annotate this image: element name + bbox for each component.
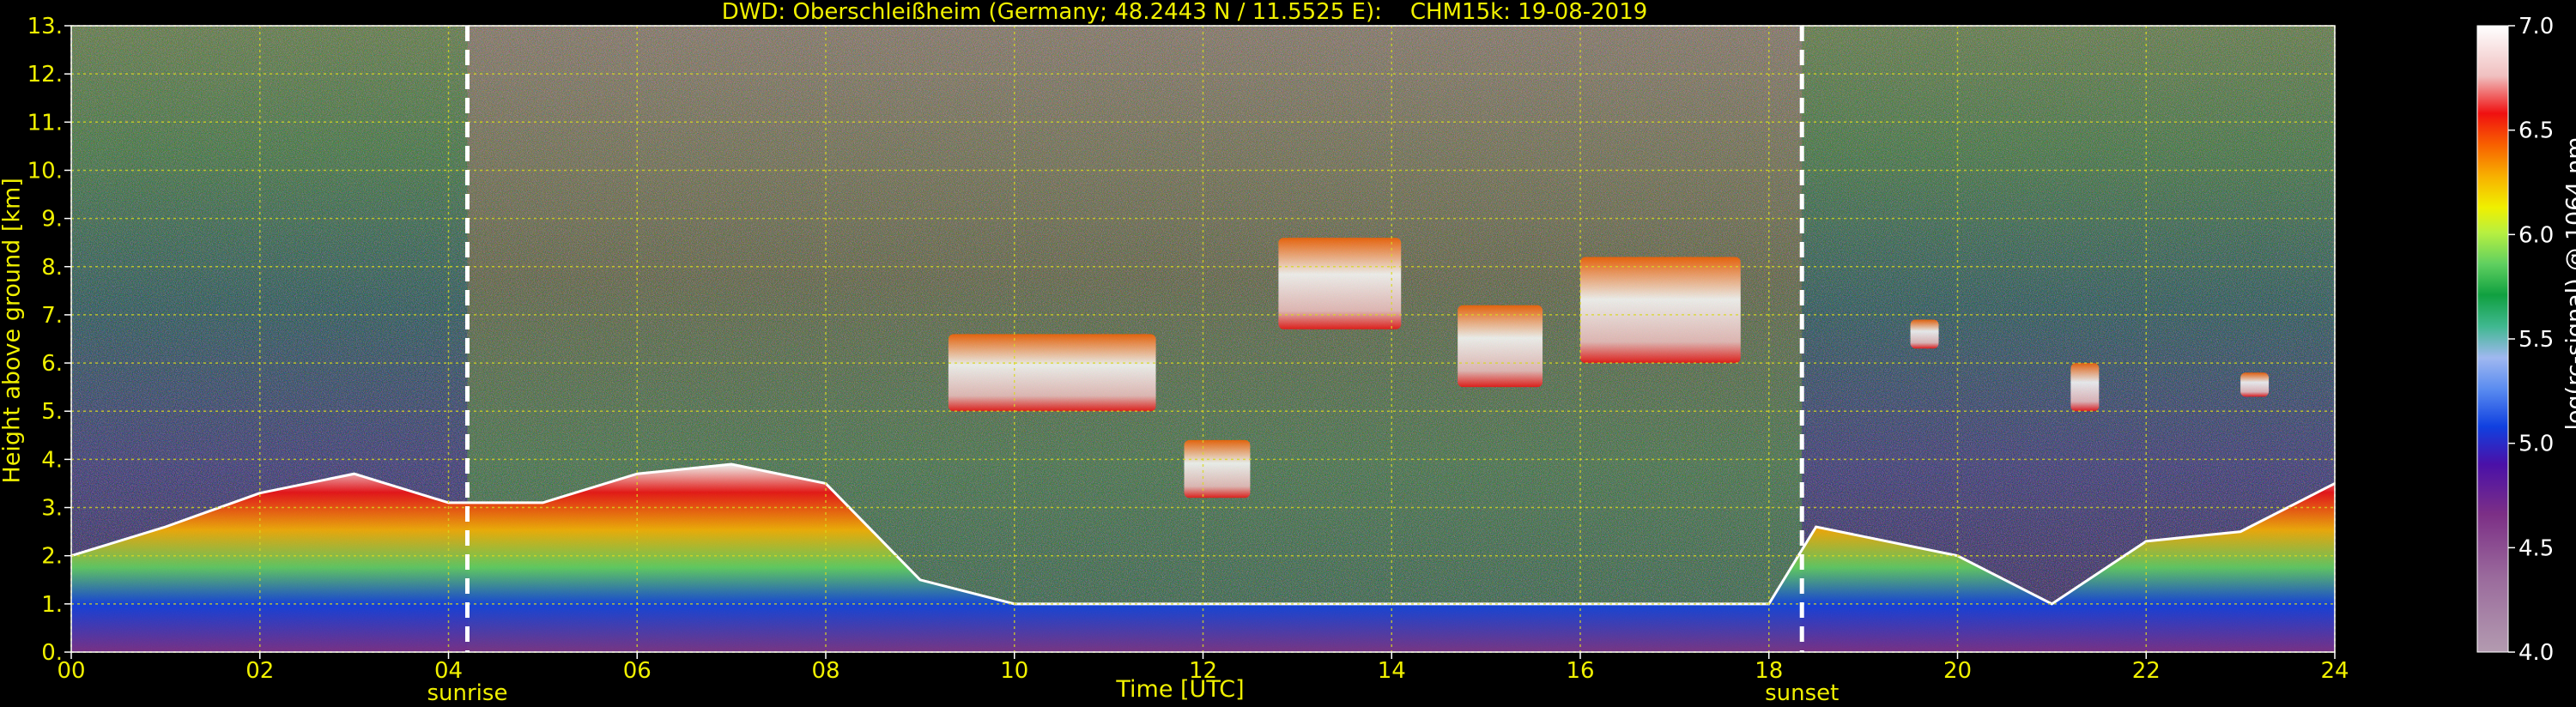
cloud-layer-1 <box>948 334 1156 412</box>
y-tick-label-8: 8. <box>41 255 63 281</box>
cloud-layer-6 <box>1910 319 1939 349</box>
cloud-layer-8 <box>2240 372 2270 397</box>
sunset-label: sunset <box>1765 680 1839 706</box>
x-tick-label-5: 10 <box>1000 658 1028 684</box>
y-tick-label-5: 5. <box>41 399 63 425</box>
colorbar-tick-label-1: 4.5 <box>2518 535 2554 561</box>
x-tick-label-10: 20 <box>1943 658 1972 684</box>
x-tick-label-3: 06 <box>623 658 652 684</box>
y-tick-label-6: 6. <box>41 351 63 377</box>
cloud-layer-7 <box>2070 363 2100 412</box>
colorbar-tick-label-3: 5.5 <box>2518 327 2554 353</box>
x-tick-label-7: 14 <box>1378 658 1406 684</box>
x-tick-label-11: 22 <box>2132 658 2161 684</box>
y-tick-label-0: 0. <box>41 640 63 666</box>
colorbar-tick-label-4: 6.0 <box>2518 222 2554 248</box>
x-tick-label-2: 04 <box>434 658 463 684</box>
x-tick-label-1: 02 <box>245 658 274 684</box>
x-tick-label-8: 16 <box>1566 658 1594 684</box>
y-tick-label-1: 1. <box>41 592 63 618</box>
y-tick-label-11: 11. <box>27 110 63 136</box>
colorbar-tick-label-5: 6.5 <box>2518 118 2554 144</box>
y-tick-label-4: 4. <box>41 447 63 473</box>
x-axis-label: Time [UTC] <box>1116 676 1245 703</box>
cloud-layer-2 <box>1184 439 1251 499</box>
y-tick-label-10: 10. <box>27 158 63 184</box>
y-tick-label-9: 9. <box>41 207 63 233</box>
y-tick-label-3: 3. <box>41 496 63 522</box>
y-tick-label-13: 13. <box>27 14 63 39</box>
colorbar-label: log(rc-signal) @ 1064 nm <box>2561 136 2576 431</box>
y-tick-label-7: 7. <box>41 303 63 329</box>
cloud-layer-3 <box>1278 238 1402 329</box>
y-tick-label-12: 12. <box>27 62 63 88</box>
colorbar-tick-label-6: 7.0 <box>2518 14 2554 39</box>
cloud-layer-5 <box>1580 257 1741 364</box>
colorbar-tick-label-2: 5.0 <box>2518 432 2554 457</box>
ceilometer-chart: sunrise sunset 00 02 04 06 08 10 12 14 16 18 20 22 24… <box>27 14 2555 706</box>
cloud-layer-4 <box>1458 305 1543 388</box>
x-tick-label-12: 24 <box>2320 658 2349 684</box>
x-tick-label-4: 08 <box>811 658 839 684</box>
sunrise-label: sunrise <box>427 680 507 706</box>
y-axis-label: Height above ground [km] <box>0 178 26 484</box>
x-tick-label-9: 18 <box>1755 658 1783 684</box>
colorbar-tick-label-0: 4.0 <box>2518 640 2554 666</box>
colorbar-scale <box>2476 25 2509 653</box>
y-tick-label-2: 2. <box>41 544 63 570</box>
